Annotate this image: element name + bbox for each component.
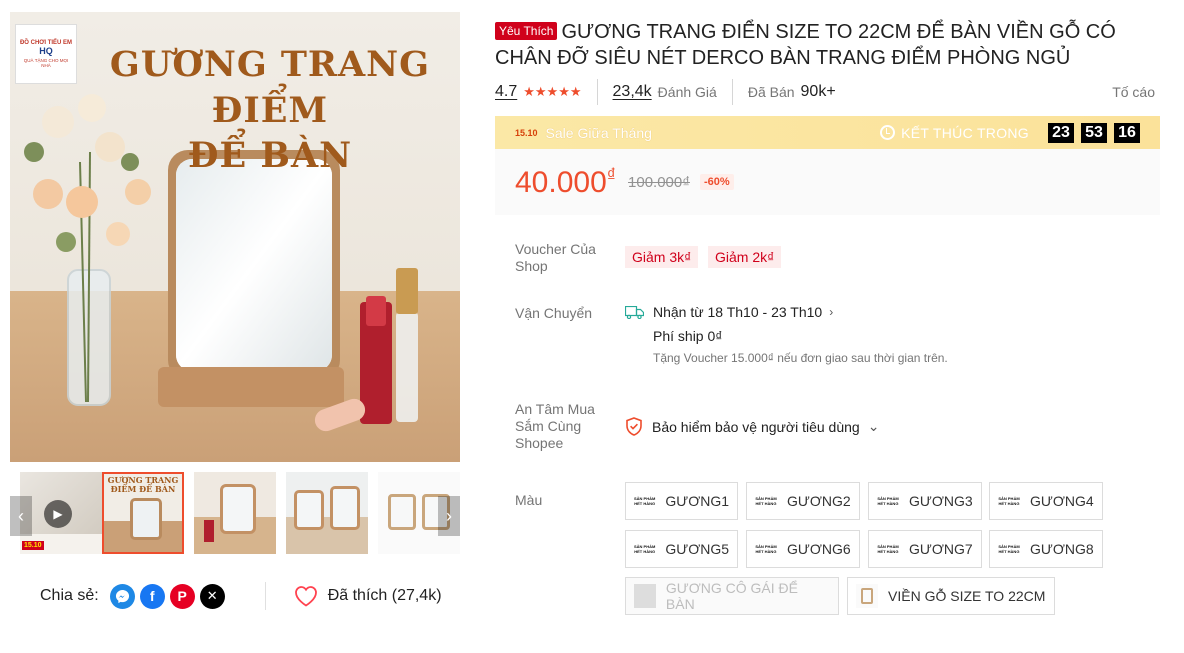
- variant-option[interactable]: SẢN PHẨM HẾT HÀNG GƯƠNG8: [989, 530, 1103, 568]
- image-headline: GƯƠNG TRANG ĐIỂM ĐỂ BÀN: [109, 44, 431, 176]
- insurance-row[interactable]: Bảo hiểm bảo vệ người tiêu dùng ⌄: [625, 417, 879, 436]
- variant-thumb: SẢN PHẨM HẾT HÀNG: [877, 537, 899, 561]
- flash-sale-name: Sale Giữa Tháng: [545, 124, 652, 141]
- variant-option[interactable]: SẢN PHẨM HẾT HÀNG GƯƠNG3: [868, 482, 982, 520]
- play-icon: ▶: [44, 500, 72, 528]
- variant-thumb: SẢN PHẨM HẾT HÀNG: [755, 489, 777, 513]
- thumbnail-2[interactable]: [194, 472, 276, 554]
- variant-option[interactable]: SẢN PHẨM HẾT HÀNG GƯƠNG7: [868, 530, 982, 568]
- variant-thumb: SẢN PHẨM HẾT HÀNG: [998, 489, 1020, 513]
- thumb-next-button[interactable]: ›: [438, 496, 460, 536]
- heart-icon: [294, 586, 317, 607]
- sold-count: 90k+: [800, 83, 836, 100]
- flash-sale-bar: 15.10 Sale Giữa Tháng KẾT THÚC TRONG 23 …: [495, 116, 1160, 149]
- thumb-prev-button[interactable]: ‹: [10, 496, 32, 536]
- variant-thumb: SẢN PHẨM HẾT HÀNG: [755, 537, 777, 561]
- variant-thumb: SẢN PHẨM HẾT HÀNG: [998, 537, 1020, 561]
- current-price: 40.000₫: [515, 164, 617, 199]
- product-title-text: GƯƠNG TRANG ĐIỂN SIZE TO 22CM ĐỂ BÀN VIỀ…: [495, 21, 1116, 69]
- voucher-label: Voucher Của Shop: [515, 241, 596, 274]
- countdown-hours: 23: [1048, 122, 1074, 143]
- thumbnail-3[interactable]: [286, 472, 368, 554]
- variant-option[interactable]: SẢN PHẨM HẾT HÀNG GƯƠNG1: [625, 482, 738, 520]
- shop-logo: ĐỒ CHƠI TIỂU EM HQ QUÀ TẶNG CHO MỌI NHÀ: [15, 24, 77, 84]
- variant-option[interactable]: SẢN PHẨM HẾT HÀNG GƯƠNG4: [989, 482, 1103, 520]
- countdown: KẾT THÚC TRONG 23 53 16: [880, 122, 1140, 143]
- thumb-sale-badge: 15.10: [22, 541, 44, 550]
- currency-symbol: ₫: [606, 164, 617, 185]
- divider: [264, 582, 266, 610]
- rating-stars-icon: ★★★★★: [523, 84, 582, 99]
- clock-icon: [880, 125, 896, 140]
- voucher-chip[interactable]: Giảm 2k₫: [708, 246, 782, 268]
- share-label: Chia sẻ:: [40, 587, 99, 604]
- variant-thumb: [856, 584, 878, 608]
- ends-label: KẾT THÚC TRONG: [901, 124, 1029, 141]
- divider: [731, 79, 733, 105]
- insurance-label: An Tâm Mua Sắm Cùng Shopee: [515, 401, 595, 451]
- divider: [596, 79, 598, 105]
- variant-option[interactable]: VIỀN GỖ SIZE TO 22CM: [847, 577, 1055, 615]
- chevron-right-icon: ›: [829, 305, 834, 319]
- sold-label: Đã Bán: [747, 84, 795, 100]
- shipping-fee: Phí ship 0₫: [653, 328, 723, 344]
- countdown-seconds: 16: [1114, 122, 1140, 143]
- report-link[interactable]: Tố cáo: [1112, 84, 1155, 100]
- reviews-count[interactable]: 23,4k: [613, 83, 652, 101]
- shipping-info: Nhận từ 18 Th10 - 23 Th10 › Phí ship 0₫ …: [625, 304, 1145, 365]
- messenger-icon[interactable]: [109, 583, 135, 609]
- like-count: Đã thích (27,4k): [327, 587, 442, 604]
- product-main-image[interactable]: ĐỒ CHƠI TIỂU EM HQ QUÀ TẶNG CHO MỌI NHÀ …: [10, 12, 460, 462]
- chevron-down-icon: ⌄: [867, 418, 880, 434]
- discount-badge: -60%: [699, 174, 734, 190]
- countdown-minutes: 53: [1081, 122, 1107, 143]
- rating-value[interactable]: 4.7: [495, 83, 517, 101]
- thumbnail-1[interactable]: GƯƠNG TRANG ĐIỂM ĐỂ BÀN: [102, 472, 184, 554]
- flash-sale-logo: 15.10: [515, 127, 538, 138]
- x-icon[interactable]: ✕: [199, 583, 225, 609]
- variant-option[interactable]: SẢN PHẨM HẾT HÀNG GƯƠNG6: [746, 530, 860, 568]
- chevron-right-icon: ›: [446, 505, 452, 526]
- reviews-label: Đánh Giá: [657, 84, 717, 100]
- voucher-chip[interactable]: Giảm 3k₫: [625, 246, 699, 268]
- original-price: 100.000₫: [628, 173, 690, 191]
- delivery-row[interactable]: Nhận từ 18 Th10 - 23 Th10 ›: [625, 304, 1145, 320]
- shipping-note: Tặng Voucher 15.000₫ nếu đơn giao sau th…: [653, 351, 948, 365]
- truck-icon: [625, 305, 644, 319]
- facebook-icon[interactable]: f: [139, 583, 165, 609]
- variant-label: Màu: [515, 492, 543, 508]
- product-title: Yêu Thích GƯƠNG TRANG ĐIỂN SIZE TO 22CM Đ…: [495, 19, 1155, 71]
- variant-option-disabled: GƯƠNG CÔ GÁI ĐỂ BÀN: [625, 577, 839, 615]
- product-stats: 4.7 ★★★★★ 23,4k Đánh Giá Đã Bán 90k+ Tố …: [495, 79, 1155, 105]
- price-box: 40.000₫ 100.000₫ -60%: [495, 149, 1160, 215]
- thumbnail-strip: 15.10 ▶ GƯƠNG TRANG ĐIỂM ĐỂ BÀN: [10, 472, 460, 554]
- thumbnail-video[interactable]: 15.10 ▶: [20, 472, 102, 554]
- variant-thumb: SẢN PHẨM HẾT HÀNG: [634, 537, 656, 561]
- variant-thumb: SẢN PHẨM HẾT HÀNG: [877, 489, 899, 513]
- shield-icon: [626, 417, 642, 436]
- insurance-text: Bảo hiểm bảo vệ người tiêu dùng: [652, 418, 860, 435]
- favorite-badge: Yêu Thích: [495, 22, 558, 40]
- chevron-left-icon: ‹: [18, 505, 24, 526]
- variant-option[interactable]: SẢN PHẨM HẾT HÀNG GƯƠNG5: [625, 530, 738, 568]
- variant-thumb: SẢN PHẨM HẾT HÀNG: [634, 489, 656, 513]
- variant-option[interactable]: SẢN PHẨM HẾT HÀNG GƯƠNG2: [746, 482, 860, 520]
- shipping-label: Vận Chuyển: [515, 305, 593, 321]
- variant-thumb: [634, 584, 656, 608]
- like-button[interactable]: Đã thích (27,4k): [294, 585, 442, 607]
- delivery-window: Nhận từ 18 Th10 - 23 Th10: [653, 304, 823, 320]
- pinterest-icon[interactable]: P: [169, 583, 195, 609]
- share-row: Chia sẻ: f P ✕ Đã thích (27,4k): [40, 582, 442, 610]
